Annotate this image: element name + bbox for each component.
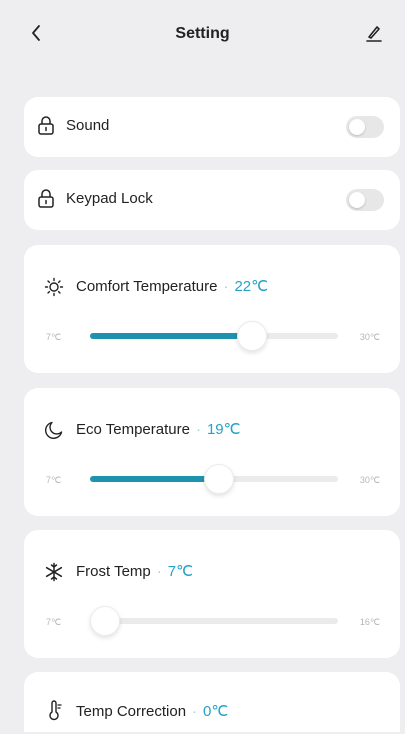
eco-label-line: Eco Temperature · 19℃ (76, 421, 241, 438)
pencil-icon (366, 26, 382, 42)
slider-min-label: 7℃ (46, 475, 62, 485)
sound-row: Sound (24, 97, 400, 157)
slider-max-label: 16℃ (359, 617, 380, 627)
slider-max-label: 30℃ (359, 475, 380, 485)
slider-fill (90, 333, 252, 339)
temp-correction-label: Temp Correction (76, 703, 187, 720)
frost-temp-label: Frost Temp (76, 563, 151, 580)
slider-fill (90, 476, 219, 482)
comfort-temperature-value: 22℃ (234, 278, 268, 295)
top-bar: Setting (0, 0, 405, 66)
comfort-label-line: Comfort Temperature · 22℃ (76, 278, 268, 295)
frost-temp-slider[interactable] (90, 606, 338, 636)
sound-label: Sound (66, 117, 110, 134)
slider-thumb[interactable] (237, 321, 267, 351)
keypad-lock-toggle[interactable] (346, 189, 384, 211)
lock-icon (38, 189, 54, 208)
slider-min-label: 7℃ (46, 332, 62, 342)
thermometer-icon (49, 700, 62, 721)
comfort-temperature-card: Comfort Temperature · 22℃ 7℃ 30℃ (24, 245, 400, 373)
keypad-lock-row: Keypad Lock (24, 170, 400, 230)
temp-correction-value: 0℃ (203, 703, 229, 720)
eco-temperature-slider[interactable] (90, 464, 338, 494)
moon-icon (44, 421, 63, 440)
frost-temp-value: 7℃ (167, 563, 193, 580)
frost-label-line: Frost Temp · 7℃ (76, 563, 193, 580)
lock-icon (38, 116, 54, 135)
slider-max-label: 30℃ (359, 332, 380, 342)
page-title: Setting (175, 25, 230, 42)
eco-temperature-card: Eco Temperature · 19℃ 7℃ 30℃ (24, 388, 400, 516)
slider-thumb[interactable] (90, 606, 120, 636)
slider-thumb[interactable] (204, 464, 234, 494)
comfort-temperature-slider[interactable] (90, 321, 338, 351)
snowflake-icon (45, 562, 63, 582)
temp-correction-card[interactable]: Temp Correction · 0℃ (24, 672, 400, 732)
keypad-lock-label: Keypad Lock (66, 190, 153, 207)
sound-toggle[interactable] (346, 116, 384, 138)
toggle-knob (349, 119, 365, 135)
eco-temperature-label: Eco Temperature (76, 421, 190, 438)
sun-icon (44, 277, 64, 297)
frost-temp-card: Frost Temp · 7℃ 7℃ 16℃ (24, 530, 400, 658)
comfort-temperature-label: Comfort Temperature (76, 278, 218, 295)
edit-button[interactable] (363, 22, 385, 44)
correction-label-line: Temp Correction · 0℃ (76, 703, 229, 720)
slider-min-label: 7℃ (46, 617, 62, 627)
toggle-knob (349, 192, 365, 208)
eco-temperature-value: 19℃ (206, 421, 241, 438)
